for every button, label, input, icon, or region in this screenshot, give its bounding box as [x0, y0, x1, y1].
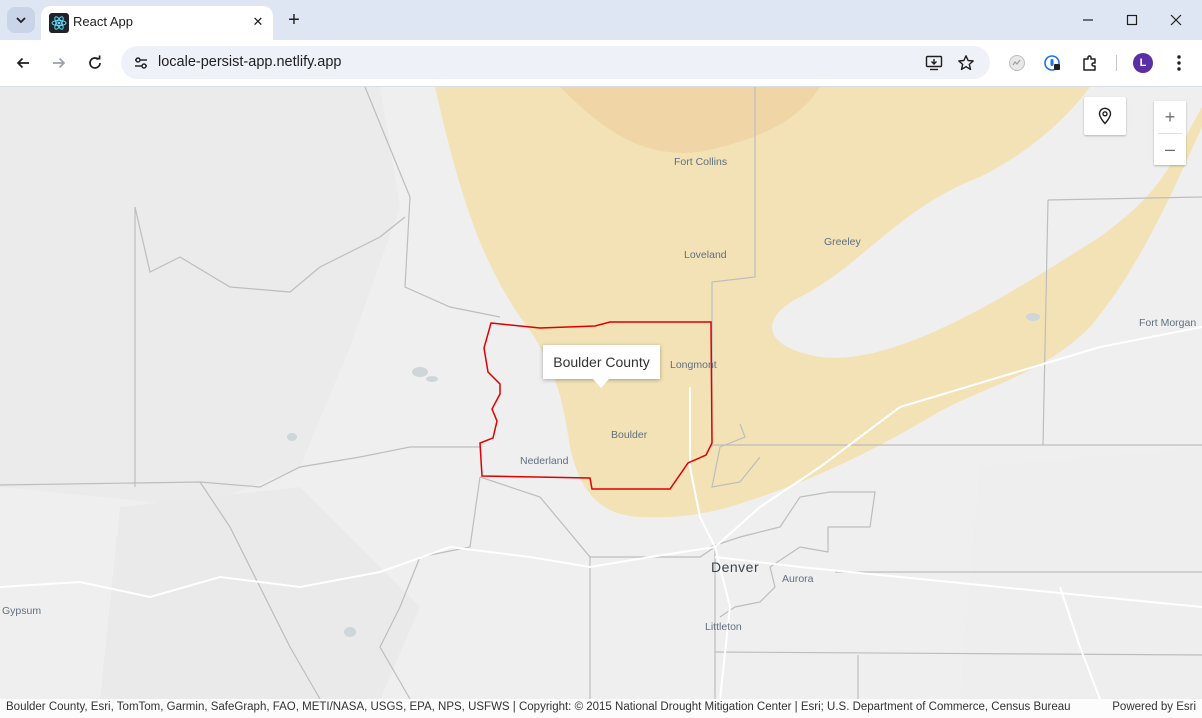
tab-title: React App [73, 14, 133, 29]
reload-icon [89, 55, 101, 69]
install-app-button[interactable] [922, 51, 946, 75]
place-label-aurora: Aurora [782, 573, 814, 585]
place-label-fort-morgan: Fort Morgan [1139, 317, 1197, 329]
url-text[interactable]: locale-persist-app.netlify.app [158, 54, 342, 70]
close-icon: ✕ [252, 14, 264, 29]
forward-button[interactable] [45, 49, 73, 77]
zoom-control: + – [1154, 101, 1186, 165]
tab-search-button[interactable] [7, 7, 35, 33]
minus-icon: – [1164, 138, 1175, 159]
toolbar-separator [1116, 55, 1117, 71]
attribution-text[interactable]: Boulder County, Esri, TomTom, Garmin, Sa… [6, 701, 1101, 713]
place-label-littleton: Littleton [705, 621, 742, 633]
puzzle-icon [1083, 55, 1096, 71]
close-window-button[interactable] [1156, 5, 1196, 35]
extension-button[interactable] [1003, 49, 1031, 77]
place-label-greeley: Greeley [824, 236, 861, 248]
back-button[interactable] [9, 49, 37, 77]
more-vertical-icon [1177, 55, 1181, 71]
extension-gauge-icon [1009, 55, 1025, 71]
plus-icon: + [288, 9, 300, 31]
new-tab-button[interactable]: + [282, 8, 306, 32]
zoom-in-button[interactable]: + [1154, 101, 1186, 133]
close-tab-button[interactable]: ✕ [247, 11, 269, 33]
locate-button[interactable] [1084, 97, 1126, 135]
maximize-icon [1126, 14, 1138, 26]
attribution-bar: Boulder County, Esri, TomTom, Garmin, Sa… [0, 699, 1202, 718]
powered-by-link[interactable]: Powered by Esri [1112, 701, 1196, 713]
tune-icon [135, 57, 147, 69]
plus-icon: + [1164, 106, 1176, 127]
star-icon [958, 55, 974, 71]
avatar[interactable]: L [1133, 53, 1153, 73]
map-basemap [0, 87, 1202, 718]
place-label-denver: Denver [711, 559, 760, 575]
place-label-nederland: Nederland [520, 455, 569, 467]
password-manager-button[interactable] [1039, 49, 1067, 77]
react-icon [49, 13, 69, 33]
pin-icon [1098, 107, 1112, 125]
popup-pointer [593, 379, 609, 388]
zoom-out-button[interactable]: – [1154, 133, 1186, 165]
map-view[interactable]: Fort Collins Loveland Greeley Fort Morga… [0, 87, 1202, 718]
place-label-boulder: Boulder [611, 429, 648, 441]
browser-tab[interactable]: React App ✕ [41, 6, 273, 40]
bookmark-button[interactable] [954, 51, 978, 75]
tab-bar: React App ✕ + [0, 0, 1202, 40]
browser-toolbar: locale-persist-app.netlify.app L [0, 40, 1202, 87]
place-label-longmont: Longmont [670, 359, 717, 371]
close-icon [1170, 14, 1182, 26]
minimize-icon [1083, 19, 1093, 21]
address-bar[interactable]: locale-persist-app.netlify.app [121, 46, 990, 79]
arrow-left-icon [16, 57, 29, 69]
install-icon [925, 55, 943, 71]
arrow-right-icon [53, 57, 66, 69]
menu-button[interactable] [1165, 49, 1193, 77]
place-label-loveland: Loveland [684, 249, 727, 261]
minimize-button[interactable] [1068, 5, 1108, 35]
site-info-button[interactable] [130, 52, 152, 74]
chevron-down-icon [16, 17, 26, 24]
place-label-fort-collins: Fort Collins [674, 156, 728, 168]
key-lock-icon [1044, 55, 1060, 71]
reload-button[interactable] [81, 49, 109, 77]
place-label-gypsum: Gypsum [2, 605, 42, 617]
extensions-button[interactable] [1076, 49, 1104, 77]
county-popup[interactable]: Boulder County [543, 345, 660, 379]
popup-title: Boulder County [553, 354, 650, 370]
maximize-button[interactable] [1112, 5, 1152, 35]
